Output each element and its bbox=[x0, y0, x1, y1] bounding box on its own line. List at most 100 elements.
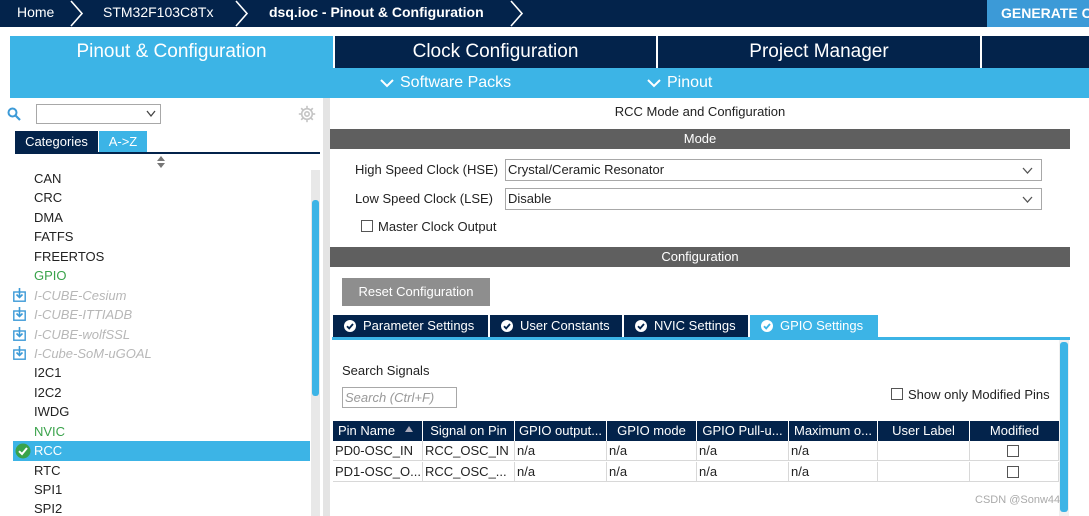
tab-parameter-settings[interactable]: Parameter Settings bbox=[333, 315, 488, 337]
sort-ascending-icon bbox=[405, 426, 413, 432]
search-icon bbox=[7, 107, 21, 121]
breadcrumb-mcu[interactable]: STM32F103C8Tx bbox=[103, 0, 213, 27]
column-header-signal-on-pin[interactable]: Signal on Pin bbox=[423, 421, 514, 441]
panel-splitter[interactable] bbox=[323, 98, 330, 516]
chevron-down-icon bbox=[1022, 167, 1033, 174]
column-header-maximum-output[interactable]: Maximum o... bbox=[789, 421, 877, 441]
tab-categories[interactable]: Categories bbox=[15, 131, 98, 152]
table-cell: PD0-OSC_IN bbox=[333, 441, 423, 461]
column-header-modified[interactable]: Modified bbox=[970, 421, 1059, 441]
tab-user-constants[interactable]: User Constants bbox=[490, 315, 622, 337]
table-cell: n/a bbox=[789, 462, 878, 482]
check-circle-icon bbox=[15, 443, 31, 459]
pinout-menu[interactable]: Pinout bbox=[647, 68, 712, 98]
table-cell bbox=[878, 441, 970, 461]
gear-icon[interactable] bbox=[298, 105, 316, 123]
chevron-down-icon bbox=[380, 79, 394, 88]
category-item-i2c2[interactable]: I2C2 bbox=[34, 383, 61, 402]
category-item-i-cube-som-ugoal[interactable]: I-Cube-SoM-uGOAL bbox=[34, 344, 152, 363]
category-item-i2c1[interactable]: I2C1 bbox=[34, 363, 61, 382]
hse-select[interactable]: Crystal/Ceramic Resonator bbox=[505, 159, 1042, 181]
category-search-input[interactable] bbox=[36, 104, 161, 124]
category-item-spi1[interactable]: SPI1 bbox=[34, 480, 62, 499]
tab-a-to-z[interactable]: A->Z bbox=[99, 131, 147, 152]
category-item-freertos[interactable]: FREERTOS bbox=[34, 247, 104, 266]
category-item-iwdg[interactable]: IWDG bbox=[34, 402, 69, 421]
main-tabs: Pinout & Configuration Clock Configurati… bbox=[10, 36, 1089, 68]
check-circle-icon bbox=[344, 320, 356, 332]
tab-pinout-configuration[interactable]: Pinout & Configuration bbox=[10, 36, 333, 68]
category-item-crc[interactable]: CRC bbox=[34, 188, 62, 207]
column-header-label: Pin Name bbox=[338, 423, 396, 438]
check-circle-icon bbox=[635, 320, 647, 332]
table-cell: n/a bbox=[607, 441, 697, 461]
tab-gpio-settings[interactable]: GPIO Settings bbox=[750, 315, 878, 337]
lse-select-value: Disable bbox=[508, 191, 552, 206]
sub-menu-bar: Software Packs Pinout bbox=[10, 68, 1089, 98]
categories-scrollbar-thumb[interactable] bbox=[312, 200, 319, 396]
watermark: CSDN @Sonw44 bbox=[975, 494, 1061, 506]
column-header-gpio-output[interactable]: GPIO output... bbox=[515, 421, 606, 441]
lse-label: Low Speed Clock (LSE) bbox=[355, 191, 494, 206]
breadcrumb: Home STM32F103C8Tx dsq.ioc - Pinout & Co… bbox=[0, 0, 1089, 27]
table-cell: n/a bbox=[697, 441, 789, 461]
modified-checkbox[interactable] bbox=[1007, 445, 1019, 457]
tab-underline bbox=[332, 337, 1070, 340]
download-icon bbox=[13, 288, 26, 302]
software-packs-menu[interactable]: Software Packs bbox=[380, 68, 511, 98]
category-item-dma[interactable]: DMA bbox=[34, 208, 63, 227]
sort-icon[interactable] bbox=[156, 156, 166, 168]
mco-label: Master Clock Output bbox=[378, 219, 497, 234]
table-cell: RCC_OSC_... bbox=[423, 462, 515, 482]
column-header-pin-name[interactable]: Pin Name bbox=[333, 421, 422, 441]
category-item-spi2[interactable]: SPI2 bbox=[34, 499, 62, 516]
tab-nvic-settings[interactable]: NVIC Settings bbox=[624, 315, 748, 337]
search-signals-input[interactable]: Search (Ctrl+F) bbox=[342, 387, 457, 408]
category-item-rtc[interactable]: RTC bbox=[34, 461, 60, 480]
hse-label: High Speed Clock (HSE) bbox=[355, 162, 499, 177]
modified-checkbox[interactable] bbox=[1007, 466, 1019, 478]
tab-project-manager[interactable]: Project Manager bbox=[658, 36, 980, 68]
category-item-i-cube-cesium[interactable]: I-CUBE-Cesium bbox=[34, 286, 126, 305]
breadcrumb-home[interactable]: Home bbox=[17, 0, 54, 27]
download-icon bbox=[13, 307, 26, 321]
chevron-down-icon bbox=[146, 110, 156, 118]
table-cell: PD1-OSC_O... bbox=[333, 462, 423, 482]
check-circle-icon bbox=[761, 320, 773, 332]
chevron-down-icon bbox=[647, 79, 661, 88]
category-item-gpio[interactable]: GPIO bbox=[34, 266, 67, 285]
show-modified-checkbox[interactable] bbox=[891, 388, 903, 400]
table-cell: n/a bbox=[515, 462, 607, 482]
table-cell: n/a bbox=[697, 462, 789, 482]
tab-gpio-settings-label: GPIO Settings bbox=[780, 318, 864, 333]
tab-underline bbox=[15, 152, 320, 154]
column-header-gpio-mode[interactable]: GPIO mode bbox=[607, 421, 696, 441]
lse-select[interactable]: Disable bbox=[505, 188, 1042, 210]
chevron-down-icon bbox=[1022, 196, 1033, 203]
check-circle-icon bbox=[501, 320, 513, 332]
generate-code-button[interactable]: GENERATE CODE bbox=[987, 0, 1089, 27]
table-cell: RCC_OSC_IN bbox=[423, 441, 515, 461]
reset-configuration-button[interactable]: Reset Configuration bbox=[342, 278, 490, 306]
mode-section-header: Mode bbox=[330, 129, 1070, 149]
category-item-i-cube-wolfssl[interactable]: I-CUBE-wolfSSL bbox=[34, 325, 130, 344]
category-item-i-cube-ittiadb[interactable]: I-CUBE-ITTIADB bbox=[34, 305, 132, 324]
tab-tools[interactable] bbox=[982, 36, 1089, 68]
tab-clock-configuration[interactable]: Clock Configuration bbox=[335, 36, 656, 68]
category-item-can[interactable]: CAN bbox=[34, 169, 61, 188]
show-modified-label: Show only Modified Pins bbox=[908, 387, 1050, 402]
download-icon bbox=[13, 327, 26, 341]
breadcrumb-file[interactable]: dsq.ioc - Pinout & Configuration bbox=[269, 0, 484, 27]
configuration-scrollbar-thumb[interactable] bbox=[1060, 342, 1068, 512]
tab-parameter-settings-label: Parameter Settings bbox=[363, 318, 475, 333]
pinout-menu-label: Pinout bbox=[667, 74, 713, 91]
mco-checkbox[interactable] bbox=[361, 220, 373, 232]
category-item-fatfs[interactable]: FATFS bbox=[34, 227, 73, 246]
category-item-rcc[interactable]: RCC bbox=[34, 441, 62, 460]
column-header-user-label[interactable]: User Label bbox=[878, 421, 969, 441]
column-header-gpio-pull[interactable]: GPIO Pull-u... bbox=[697, 421, 788, 441]
category-item-nvic[interactable]: NVIC bbox=[34, 422, 65, 441]
tab-nvic-settings-label: NVIC Settings bbox=[654, 318, 736, 333]
table-cell: n/a bbox=[515, 441, 607, 461]
search-signals-label: Search Signals bbox=[342, 363, 430, 378]
